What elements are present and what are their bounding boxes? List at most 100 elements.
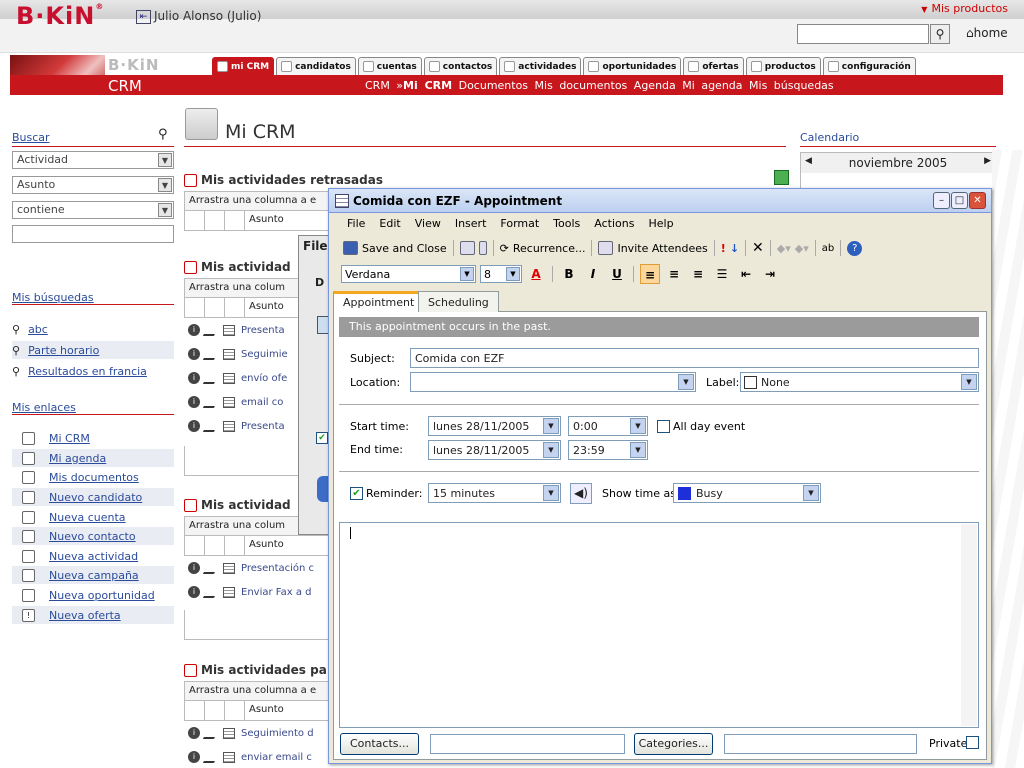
- info-icon[interactable]: i: [188, 586, 200, 598]
- link-item[interactable]: Mi agenda: [12, 449, 174, 467]
- end-time-field[interactable]: 23:59 ▼: [568, 440, 648, 460]
- search-type-select[interactable]: Actividad ▼: [12, 151, 174, 169]
- tab-scheduling[interactable]: Scheduling: [418, 291, 499, 313]
- saved-search-item[interactable]: ⚲ Parte horario: [12, 341, 174, 359]
- info-icon[interactable]: i: [188, 372, 200, 384]
- reminder-select[interactable]: 15 minutes ▼: [428, 483, 561, 503]
- info-icon[interactable]: i: [188, 420, 200, 432]
- notes-body[interactable]: [339, 522, 979, 728]
- excel-export-icon[interactable]: [774, 170, 789, 185]
- edit-icon[interactable]: [202, 372, 221, 384]
- private-checkbox[interactable]: [966, 736, 979, 749]
- search-operator-select[interactable]: contiene ▼: [12, 201, 174, 219]
- subnav-agenda[interactable]: Agenda: [634, 79, 676, 92]
- search-icon[interactable]: ⚲: [930, 24, 950, 44]
- row-subject[interactable]: Enviar Fax a d: [241, 587, 311, 598]
- close-button[interactable]: ✕: [969, 192, 986, 209]
- row-subject[interactable]: Seguimie: [241, 349, 288, 360]
- chevron-left-icon[interactable]: ◀: [805, 156, 812, 166]
- subnav-mis-documentos[interactable]: Mis documentos: [535, 79, 628, 92]
- font-select[interactable]: Verdana ▼: [341, 265, 476, 283]
- chevron-down-icon[interactable]: ▼: [630, 418, 646, 434]
- bullets-icon[interactable]: ☰: [712, 264, 732, 284]
- mis-productos-link[interactable]: ▼ Mis productos: [921, 2, 1008, 15]
- row-subject[interactable]: envío ofe: [241, 373, 287, 384]
- menu-actions[interactable]: Actions: [594, 217, 634, 234]
- link-label[interactable]: Nueva campaña: [49, 569, 139, 582]
- help-icon[interactable]: ?: [847, 240, 863, 256]
- tab-candidatos[interactable]: candidatos: [276, 57, 356, 75]
- info-icon[interactable]: i: [188, 324, 200, 336]
- tab-configuracion[interactable]: configuración: [822, 57, 916, 75]
- row-subject[interactable]: enviar email c: [241, 752, 312, 763]
- tab-actividades[interactable]: actividades: [499, 57, 582, 75]
- align-center-icon[interactable]: ≡: [664, 264, 684, 284]
- top-search-input[interactable]: [797, 24, 929, 44]
- save-close-button[interactable]: Save and Close: [362, 242, 447, 255]
- print-icon[interactable]: [459, 241, 475, 255]
- subnav-documentos[interactable]: Documentos: [459, 79, 528, 92]
- tab-productos[interactable]: productos: [745, 57, 821, 75]
- bkin-logo[interactable]: B·KiN®: [16, 2, 104, 30]
- saved-search-item[interactable]: ⚲ Resultados en francia: [12, 362, 174, 380]
- checkbox-icon[interactable]: ✔: [316, 432, 328, 444]
- contacts-button[interactable]: Contacts...: [340, 733, 419, 755]
- subnav-active[interactable]: Mi CRM: [403, 79, 452, 92]
- font-color-icon[interactable]: A: [526, 264, 546, 284]
- saved-search-link[interactable]: Resultados en francia: [28, 365, 147, 378]
- menu-insert[interactable]: Insert: [455, 217, 487, 234]
- tab-ofertas[interactable]: ofertas: [683, 57, 744, 75]
- tab-appointment[interactable]: Appointment: [333, 291, 425, 314]
- edit-icon[interactable]: [202, 420, 221, 432]
- saved-search-item[interactable]: ⚲ abc: [12, 320, 174, 338]
- link-label[interactable]: Nueva actividad: [49, 550, 138, 563]
- window-title-bar[interactable]: Comida con EZF - Appointment: [328, 188, 992, 213]
- search-text-input[interactable]: [12, 225, 174, 243]
- edit-icon[interactable]: [202, 324, 221, 336]
- link-label[interactable]: Nueva oferta: [49, 609, 121, 622]
- user-link[interactable]: ⇤ Julio Alonso (Julio): [136, 9, 261, 24]
- link-item[interactable]: Mi CRM: [12, 429, 174, 447]
- attach-icon[interactable]: [478, 241, 487, 255]
- edit-icon[interactable]: [202, 348, 221, 360]
- link-label[interactable]: Nuevo candidato: [49, 491, 142, 504]
- chevron-down-icon[interactable]: ▼: [678, 374, 694, 390]
- contacts-field[interactable]: [430, 734, 625, 754]
- link-item[interactable]: Nuevo candidato: [12, 488, 174, 506]
- importance-high-icon[interactable]: !: [721, 242, 726, 255]
- link-label[interactable]: Mi agenda: [49, 452, 106, 465]
- link-label[interactable]: Mis documentos: [49, 471, 139, 484]
- align-right-icon[interactable]: ≡: [688, 264, 708, 284]
- italic-icon[interactable]: I: [583, 264, 603, 284]
- chevron-down-icon[interactable]: ▼: [630, 442, 646, 458]
- label-select[interactable]: None ▼: [740, 372, 979, 392]
- menu-edit[interactable]: Edit: [379, 217, 400, 234]
- saved-search-link[interactable]: abc: [28, 323, 48, 336]
- menu-view[interactable]: View: [415, 217, 441, 234]
- tab-oportunidades[interactable]: oportunidades: [583, 57, 682, 75]
- underline-icon[interactable]: U: [607, 264, 627, 284]
- subject-field[interactable]: Comida con EZF: [410, 348, 979, 368]
- link-item[interactable]: Nueva actividad: [12, 547, 174, 565]
- menu-file[interactable]: File: [347, 217, 365, 234]
- info-icon[interactable]: i: [188, 348, 200, 360]
- reminder-checkbox[interactable]: ✔: [350, 487, 363, 500]
- link-label[interactable]: Nuevo contacto: [49, 530, 136, 543]
- edit-icon[interactable]: [202, 586, 221, 598]
- spelling-icon[interactable]: ab: [822, 243, 834, 254]
- row-subject[interactable]: email co: [241, 397, 283, 408]
- invite-attendees-button[interactable]: Invite Attendees: [617, 242, 707, 255]
- link-label[interactable]: Nueva cuenta: [49, 511, 126, 524]
- edit-icon[interactable]: [202, 562, 221, 574]
- link-label[interactable]: Mi CRM: [49, 432, 90, 445]
- search-icon[interactable]: ⚲: [158, 127, 168, 142]
- bold-icon[interactable]: B: [559, 264, 579, 284]
- chevron-down-icon[interactable]: ▼: [543, 418, 559, 434]
- search-field-select[interactable]: Asunto ▼: [12, 176, 174, 194]
- tab-mi-crm[interactable]: mi CRM: [212, 57, 275, 75]
- info-icon[interactable]: i: [188, 396, 200, 408]
- edit-icon[interactable]: [202, 727, 221, 739]
- tab-contactos[interactable]: contactos: [423, 57, 498, 75]
- row-subject[interactable]: Presenta: [241, 421, 285, 432]
- end-date-field[interactable]: lunes 28/11/2005 ▼: [428, 440, 561, 460]
